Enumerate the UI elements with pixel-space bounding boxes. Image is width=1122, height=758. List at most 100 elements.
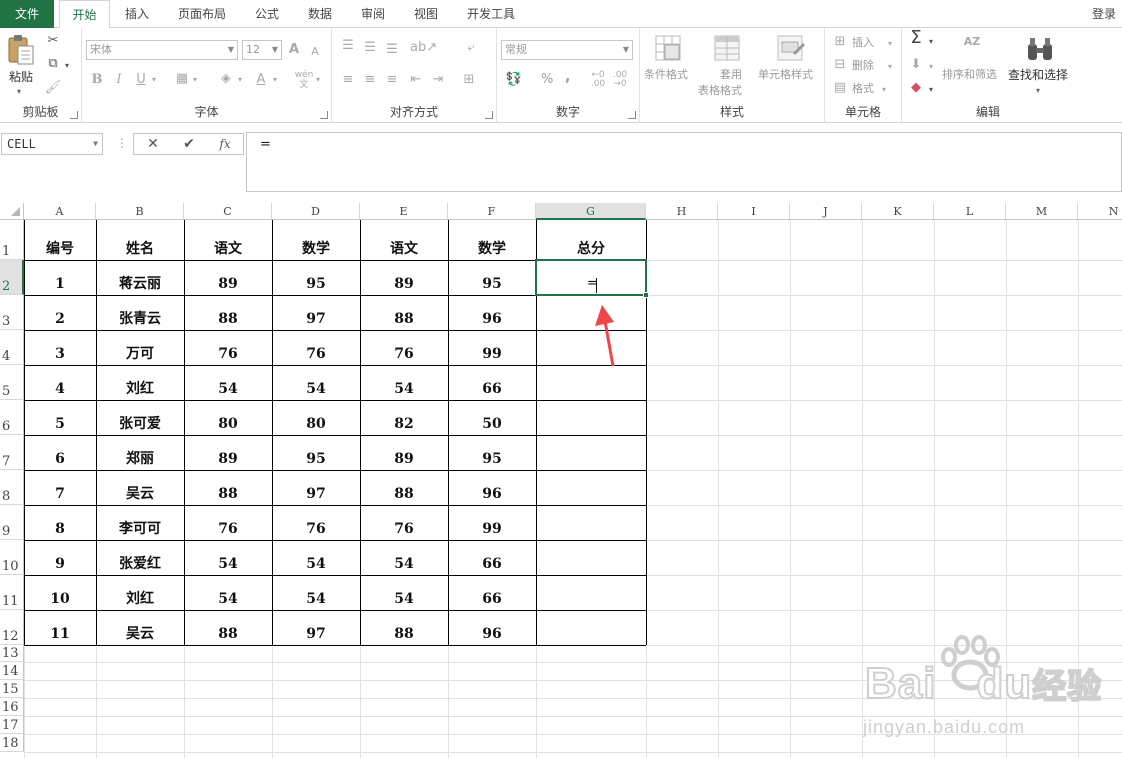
tab-data[interactable]: 数据 [298,0,342,28]
accounting-format-icon[interactable]: 💱 [505,72,523,88]
table-cell[interactable]: 66 [448,379,536,399]
table-cell[interactable]: 76 [360,344,448,364]
column-header-i[interactable]: I [718,203,790,220]
row-header-11[interactable]: 11 [0,575,24,610]
fill-dropdown-icon[interactable]: ▾ [926,59,936,75]
table-cell[interactable]: 吴云 [96,484,184,504]
table-cell[interactable]: 88 [184,624,272,644]
table-cell[interactable]: 语文 [360,239,448,259]
autosum-dropdown-icon[interactable]: ▾ [926,34,936,50]
table-cell[interactable]: 54 [360,554,448,574]
row-header-9[interactable]: 9 [0,505,24,540]
orientation-icon[interactable]: ab↗ [410,40,437,56]
row-header-10[interactable]: 10 [0,540,24,575]
row-header-8[interactable]: 8 [0,470,24,505]
row-header-7[interactable]: 7 [0,435,24,470]
tab-developer[interactable]: 开发工具 [459,0,523,28]
table-cell[interactable]: 80 [184,414,272,434]
column-header-f[interactable]: F [448,203,536,220]
table-cell[interactable]: 99 [448,344,536,364]
conditional-format-button[interactable]: 条件格式 [642,32,696,100]
insert-cells-label[interactable]: 插入 [852,36,874,50]
table-cell[interactable]: 89 [184,449,272,469]
column-header-a[interactable]: A [24,203,96,220]
copy-icon[interactable]: ⧉ [44,56,62,72]
fill-handle[interactable] [643,292,649,298]
table-cell[interactable]: 88 [360,309,448,329]
name-box[interactable]: CELL ▼ [1,133,103,155]
row-header-15[interactable]: 15 [0,680,24,698]
sort-filter-button[interactable]: AZ 排序和筛选 [942,32,1008,100]
column-header-m[interactable]: M [1006,203,1078,220]
table-cell[interactable]: 66 [448,554,536,574]
format-cells-label[interactable]: 格式 [852,82,874,96]
fill-down-icon[interactable]: ⬇ [908,57,924,73]
formula-input[interactable]: = [246,132,1122,192]
fill-color-icon[interactable]: ◈ [218,71,234,87]
table-cell[interactable]: 54 [184,379,272,399]
table-cell[interactable]: 88 [184,484,272,504]
bold-button[interactable]: B [90,72,104,88]
table-cell[interactable]: 97 [272,484,360,504]
table-cell[interactable]: 54 [272,554,360,574]
border-dropdown-icon[interactable]: ▾ [190,72,200,88]
table-cell[interactable]: 76 [184,519,272,539]
table-cell[interactable]: 88 [184,309,272,329]
select-all-corner[interactable] [0,203,24,220]
table-cell[interactable]: 4 [24,379,96,399]
column-header-b[interactable]: B [96,203,184,220]
column-header-k[interactable]: K [862,203,934,220]
align-left-icon[interactable]: ≡ [340,72,356,88]
table-cell[interactable]: 99 [448,519,536,539]
align-middle-icon[interactable]: ☰ [362,40,378,56]
table-cell[interactable]: 编号 [24,239,96,259]
delete-dropdown-icon[interactable]: ▾ [885,59,895,75]
delete-cells-label[interactable]: 删除 [852,59,874,73]
cut-icon[interactable]: ✂ [44,33,62,49]
phonetic-icon[interactable]: wén 文 [294,70,314,90]
autosum-icon[interactable]: Σ [908,29,924,47]
login-link[interactable]: 登录 [1092,0,1116,28]
format-as-table-button[interactable]: 套用 表格格式 [698,32,758,100]
table-cell[interactable]: 9 [24,554,96,574]
table-cell[interactable]: 数学 [448,239,536,259]
insert-cells-icon[interactable]: ⊞ [833,34,847,50]
table-cell[interactable]: 80 [272,414,360,434]
row-header-13[interactable]: 13 [0,645,24,662]
table-cell[interactable]: 89 [360,449,448,469]
clipboard-launcher-icon[interactable] [70,111,78,119]
insert-dropdown-icon[interactable]: ▾ [885,36,895,52]
copy-dropdown-icon[interactable]: ▾ [62,58,72,74]
table-cell[interactable]: 万可 [96,344,184,364]
table-cell[interactable]: 95 [272,274,360,294]
paste-button[interactable]: 粘贴 ▾ [4,32,38,98]
increase-indent-icon[interactable]: ⇥ [430,72,446,88]
font-name-combo[interactable]: 宋体 ▼ [86,40,238,60]
table-cell[interactable]: 11 [24,624,96,644]
table-cell[interactable]: 10 [24,589,96,609]
table-cell[interactable]: 吴云 [96,624,184,644]
table-cell[interactable]: 88 [360,624,448,644]
format-cells-icon[interactable]: ▤ [833,80,847,96]
table-cell[interactable]: 54 [360,379,448,399]
table-cell[interactable]: 97 [272,309,360,329]
table-cell[interactable]: 郑丽 [96,449,184,469]
tab-formulas[interactable]: 公式 [245,0,289,28]
cancel-entry-icon[interactable]: ✕ [138,134,168,154]
table-cell[interactable]: 姓名 [96,239,184,259]
align-top-icon[interactable]: ☰ [340,38,356,54]
table-cell[interactable]: 1 [24,274,96,294]
row-header-3[interactable]: 3 [0,295,24,330]
column-header-d[interactable]: D [272,203,360,220]
tab-file[interactable]: 文件 [0,0,54,28]
column-header-g[interactable]: G [536,203,646,220]
comma-button[interactable]: , [565,70,570,84]
table-cell[interactable]: 66 [448,589,536,609]
table-cell[interactable]: 76 [184,344,272,364]
decrease-decimal-icon[interactable]: .00 →0 [611,71,629,89]
align-bottom-icon[interactable]: ☰ [384,42,400,58]
table-cell[interactable]: 蒋云丽 [96,274,184,294]
decrease-indent-icon[interactable]: ⇤ [408,72,424,88]
table-cell[interactable]: 95 [272,449,360,469]
table-cell[interactable]: 刘红 [96,379,184,399]
